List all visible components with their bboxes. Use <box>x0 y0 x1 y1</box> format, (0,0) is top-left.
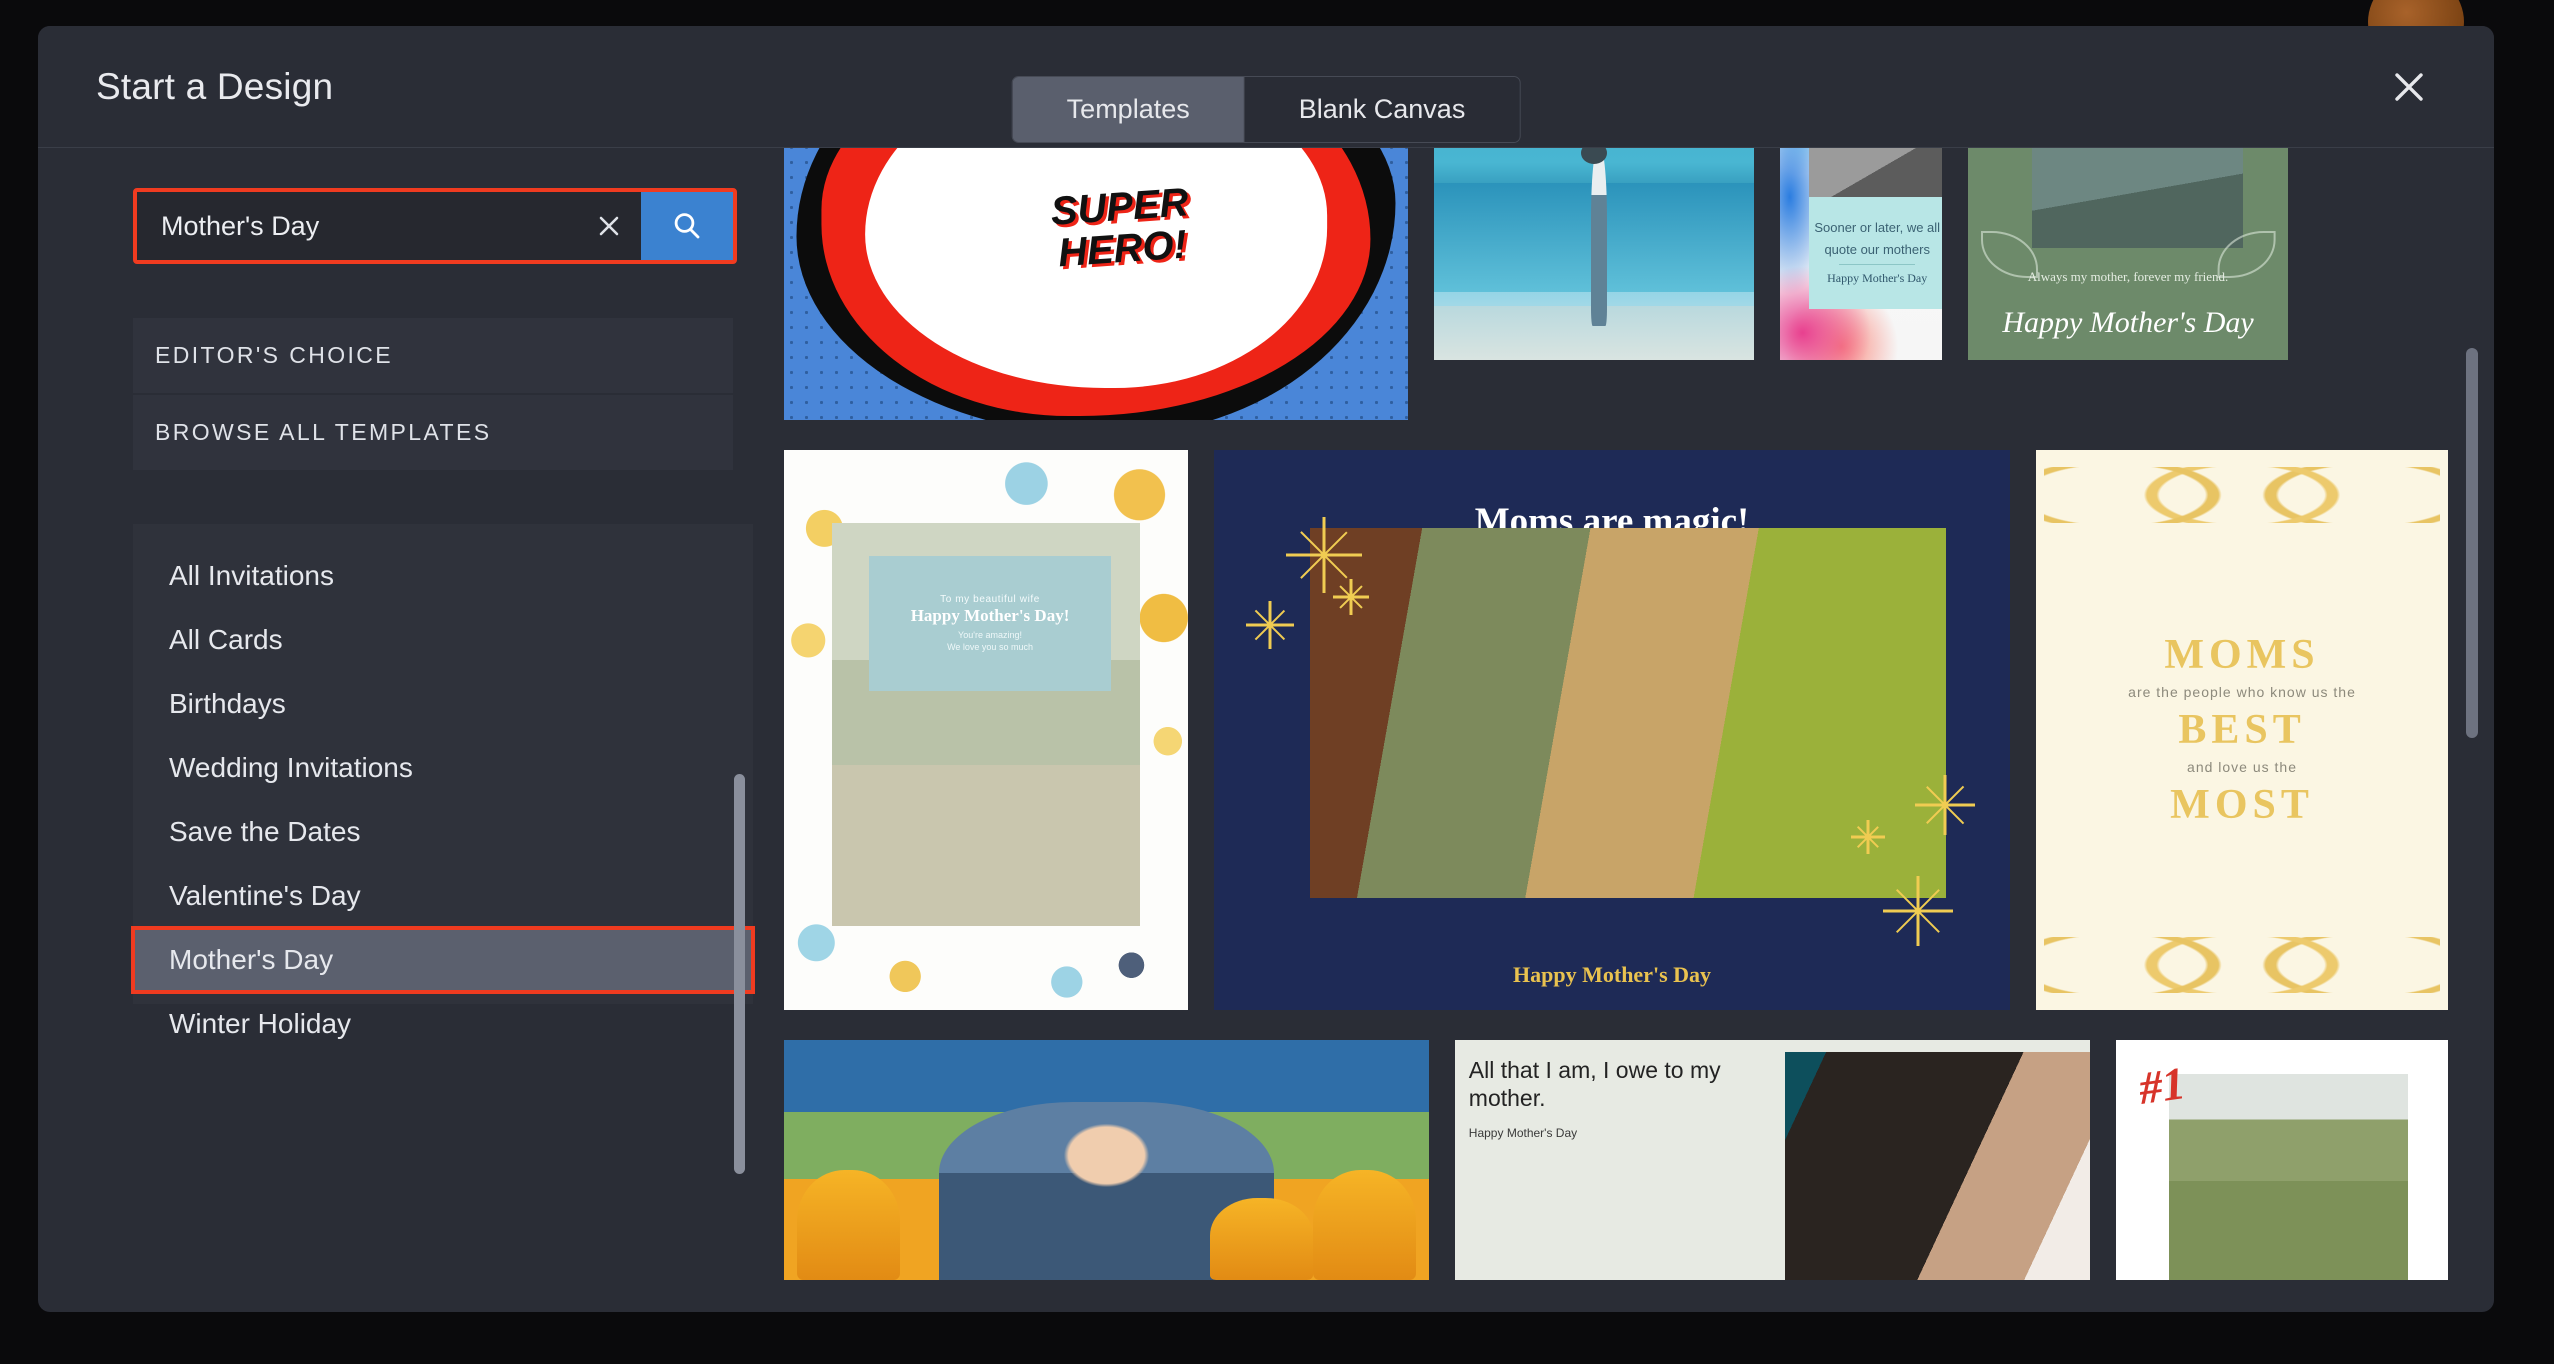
lake-photo <box>2032 148 2244 248</box>
template-card-always-my-mother[interactable]: Always my mother, forever my friend. Hap… <box>1968 148 2288 360</box>
template-card-world-needs-our-mothers[interactable]: THE WORLD NEEDS OUR MOTHERS <box>1434 148 1754 360</box>
app-root: Start a Design Templates Blank Canvas Mo… <box>0 0 2554 1364</box>
greeting-sub: You're amazing! We love you so much <box>947 630 1033 653</box>
templates-panel: SUPER HERO! THE WORLD NEEDS OUR MOT <box>760 148 2494 1312</box>
template-title-line2: HERO! <box>1056 222 1189 276</box>
sparkle-icon <box>1851 820 1885 854</box>
best-word: BEST <box>2178 707 2306 753</box>
category-item-all-cards[interactable]: All Cards <box>133 608 753 672</box>
greeting-panel: To my beautiful wife Happy Mother's Day!… <box>868 556 1112 691</box>
template-card-to-my-beautiful-wife[interactable]: To my beautiful wife Happy Mother's Day!… <box>784 450 1188 1010</box>
moms-sub1: are the people who know us the <box>2128 684 2356 701</box>
clear-search-icon[interactable] <box>577 192 641 260</box>
tulip-icon <box>1312 1169 1416 1280</box>
template-card-moms-are-magic[interactable]: Moms are magic! Happy Mother's Day <box>1214 450 2011 1010</box>
page-title: Start a Design <box>96 65 334 107</box>
flourish-bottom <box>2044 937 2440 994</box>
flourish-top <box>2044 466 2440 523</box>
tulip-icon <box>1209 1198 1313 1280</box>
template-card-sooner-or-later[interactable]: Sooner or later, we all quote our mother… <box>1780 148 1942 360</box>
templates-grid: SUPER HERO! THE WORLD NEEDS OUR MOT <box>784 148 2448 1280</box>
most-word: MOST <box>2170 781 2314 828</box>
number-one-badge: #1 <box>2135 1057 2189 1115</box>
greeting-headline: Happy Mother's Day! <box>910 605 1070 625</box>
template-title: Happy Mother's Day <box>2002 305 2254 339</box>
family-field-photo <box>2168 1073 2409 1280</box>
template-card-super-hero[interactable]: SUPER HERO! <box>784 148 1408 420</box>
moms-word: MOMS <box>2164 632 2320 679</box>
start-a-design-modal: Start a Design Templates Blank Canvas Mo… <box>38 26 2494 1312</box>
search-input[interactable] <box>137 192 577 260</box>
template-title: All that I am, I owe to my mother. <box>1468 1057 1721 1112</box>
page-bottom-strip <box>0 1312 2554 1364</box>
mother-figure <box>1590 149 1607 326</box>
category-item-all-invitations[interactable]: All Invitations <box>133 544 753 608</box>
quicklink-editors-choice[interactable]: EDITOR'S CHOICE <box>133 318 733 395</box>
template-subtitle: Always my mother, forever my friend. <box>2027 269 2229 285</box>
sidebar: EDITOR'S CHOICE BROWSE ALL TEMPLATES All… <box>38 148 760 1312</box>
quote-footer: Happy Mother's Day <box>1827 271 1928 286</box>
template-card-tulips-family[interactable] <box>784 1040 1429 1280</box>
greeting-sub-line1: You're amazing! <box>958 629 1022 640</box>
quote-line2: quote our mothers <box>1824 241 1930 257</box>
sparkle-icon <box>1915 775 1975 835</box>
templates-row: SUPER HERO! THE WORLD NEEDS OUR MOT <box>784 148 2448 420</box>
template-card-all-that-i-am[interactable]: All that I am, I owe to my mother. Happy… <box>1454 1040 2090 1280</box>
template-title: SUPER HERO! <box>1049 180 1192 276</box>
category-item-birthdays[interactable]: Birthdays <box>133 672 753 736</box>
tab-templates[interactable]: Templates <box>1012 77 1245 142</box>
mother-photo <box>1785 1052 2090 1280</box>
template-card-number-one-mom[interactable]: #1 <box>2115 1040 2448 1280</box>
quick-links: EDITOR'S CHOICE BROWSE ALL TEMPLATES <box>133 318 733 472</box>
greeting-sub-line2: We love you so much <box>947 641 1033 652</box>
category-item-mothers-day[interactable]: Mother's Day <box>131 926 755 994</box>
category-item-save-the-dates[interactable]: Save the Dates <box>133 800 753 864</box>
quicklink-browse-all-templates[interactable]: BROWSE ALL TEMPLATES <box>133 395 733 472</box>
search-box <box>133 188 737 264</box>
templates-row: To my beautiful wife Happy Mother's Day!… <box>784 450 2448 1010</box>
modal-header: Start a Design Templates Blank Canvas <box>38 26 2494 148</box>
category-scrollbar[interactable] <box>734 774 745 1174</box>
moms-sub2: and love us the <box>2187 759 2297 775</box>
templates-scrollbar[interactable] <box>2466 348 2478 738</box>
family-photo <box>1809 148 1942 204</box>
template-footer: Happy Mother's Day <box>1513 961 1712 987</box>
sparkle-icon <box>1333 579 1369 615</box>
divider <box>1839 264 1916 266</box>
tulip-icon <box>796 1169 901 1280</box>
close-icon[interactable] <box>2382 60 2436 114</box>
modal-body: EDITOR'S CHOICE BROWSE ALL TEMPLATES All… <box>38 148 2494 1312</box>
sparkle-icon <box>1246 601 1294 649</box>
quote-line1: Sooner or later, we all <box>1814 219 1941 235</box>
category-item-wedding-invitations[interactable]: Wedding Invitations <box>133 736 753 800</box>
category-list: All Invitations All Cards Birthdays Wedd… <box>131 524 755 1174</box>
template-card-moms-know-us-best[interactable]: MOMS are the people who know us the BEST… <box>2036 450 2448 1010</box>
greeting-eyebrow: To my beautiful wife <box>940 593 1040 605</box>
mode-tabs: Templates Blank Canvas <box>1011 76 1521 143</box>
category-item-winter-holiday[interactable]: Winter Holiday <box>133 992 753 1056</box>
quote-block: All that I am, I owe to my mother. Happy… <box>1455 1040 1785 1280</box>
templates-row: All that I am, I owe to my mother. Happy… <box>784 1040 2448 1280</box>
search-icon[interactable] <box>641 192 733 260</box>
template-footer: Happy Mother's Day <box>1468 1126 1578 1141</box>
category-item-valentines-day[interactable]: Valentine's Day <box>133 864 753 928</box>
quote-panel: Sooner or later, we all quote our mother… <box>1809 196 1942 309</box>
sparkle-icon <box>1883 876 1953 946</box>
tab-blank-canvas[interactable]: Blank Canvas <box>1244 77 1520 142</box>
